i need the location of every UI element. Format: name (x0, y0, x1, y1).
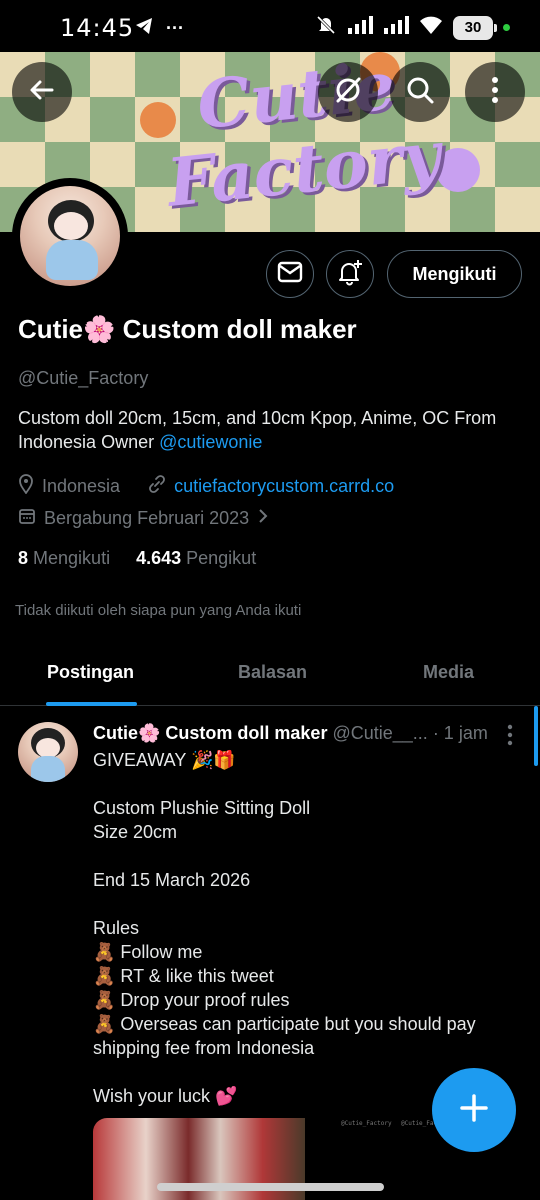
profile-avatar[interactable] (12, 178, 128, 294)
tab-media[interactable]: Media (423, 662, 474, 683)
notifications-button[interactable] (326, 250, 374, 298)
follow-counts: 8 Mengikuti 4.643 Pengikut (18, 548, 256, 569)
search-button[interactable] (390, 62, 450, 122)
joined-date: Bergabung Februari 2023 (44, 508, 250, 528)
status-bar: 14:45 ··· 30 (0, 0, 540, 52)
post-text: GIVEAWAY 🎉🎁 Custom Plushie Sitting Doll … (93, 750, 476, 1106)
wifi-icon (419, 15, 443, 40)
post-time: · 1 jam (432, 723, 488, 743)
plus-icon (458, 1092, 490, 1129)
following-button[interactable]: Mengikuti (387, 250, 522, 298)
compose-post-button[interactable] (432, 1068, 516, 1152)
bell-plus-icon (336, 258, 364, 291)
home-gesture-bar[interactable] (157, 1183, 384, 1191)
signal-icon-2 (383, 15, 409, 40)
profile-website-link[interactable]: cutiefactorycustom.carrd.co (174, 476, 394, 497)
post-author-name[interactable]: Cutie🌸 Custom doll maker (93, 723, 327, 743)
bio-mention-link[interactable]: @cutiewonie (159, 432, 262, 452)
message-button[interactable] (266, 250, 314, 298)
scrollbar[interactable] (534, 706, 538, 766)
status-time: 14:45 (60, 14, 135, 42)
following-count-link[interactable]: 8 Mengikuti (18, 548, 110, 569)
active-tab-indicator (46, 702, 137, 706)
link-icon (148, 475, 166, 498)
followers-count-link[interactable]: 4.643 Pengikut (136, 548, 256, 569)
post-header: Cutie🌸 Custom doll maker @Cutie__... · 1… (93, 723, 493, 744)
not-followed-notice: Tidak diikuti oleh siapa pun yang Anda i… (15, 602, 302, 619)
back-button[interactable] (12, 62, 72, 122)
calendar-icon (18, 507, 36, 530)
more-notifications-icon: ··· (166, 18, 184, 38)
search-icon (405, 75, 435, 110)
display-name: Cutie🌸 Custom doll maker (18, 314, 357, 344)
post-more-button[interactable] (500, 724, 520, 751)
tab-balasan[interactable]: Balasan (238, 662, 307, 683)
more-options-button[interactable] (465, 62, 525, 122)
telegram-icon (134, 16, 154, 41)
post-author-avatar[interactable] (18, 722, 78, 782)
mute-icon (315, 14, 337, 41)
grok-icon (333, 75, 363, 110)
arrow-left-icon (28, 76, 56, 109)
signal-icon (347, 15, 373, 40)
grok-button[interactable] (318, 62, 378, 122)
battery-icon: 30 (453, 15, 497, 40)
mail-icon (277, 261, 303, 288)
profile-handle: @Cutie_Factory (18, 368, 149, 388)
profile-bio: Custom doll 20cm, 15cm, and 10cm Kpop, A… (18, 408, 497, 452)
joined-row[interactable]: Bergabung Februari 2023 (18, 507, 269, 530)
profile-location: Indonesia (42, 476, 121, 496)
tab-postingan[interactable]: Postingan (47, 662, 134, 683)
chevron-right-icon (257, 508, 269, 529)
post-author-handle[interactable]: @Cutie__... (332, 723, 427, 743)
privacy-indicator-dot (503, 24, 510, 31)
location-pin-icon (18, 474, 34, 499)
more-vertical-icon (491, 76, 499, 109)
profile-tabs: Postingan Balasan Media (0, 640, 540, 706)
profile-meta-row: Indonesia cutiefactorycustom.carrd.co (18, 474, 394, 499)
